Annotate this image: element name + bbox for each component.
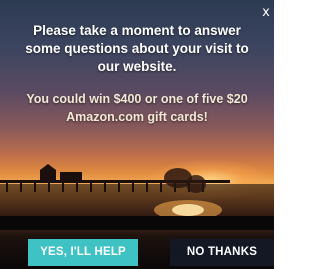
close-icon[interactable]: x xyxy=(260,6,272,20)
prize-line-2: Amazon.com gift cards! xyxy=(66,110,208,124)
survey-popup: x Please take a moment to answer some qu… xyxy=(0,0,274,269)
question-line-3: our website. xyxy=(97,59,177,74)
prize-text: You could win $400 or one of five $20 Am… xyxy=(0,90,274,126)
popup-message: Please take a moment to answer some ques… xyxy=(0,22,274,126)
question-line-1: Please take a moment to answer xyxy=(33,23,241,38)
prize-line-1: You could win $400 or one of five $20 xyxy=(26,92,248,106)
question-line-2: some questions about your visit to xyxy=(25,41,249,56)
yes-help-button[interactable]: YES, I'LL HELP xyxy=(28,239,138,266)
pier-silhouette-image xyxy=(0,164,274,230)
no-thanks-button[interactable]: NO THANKS xyxy=(170,239,274,266)
